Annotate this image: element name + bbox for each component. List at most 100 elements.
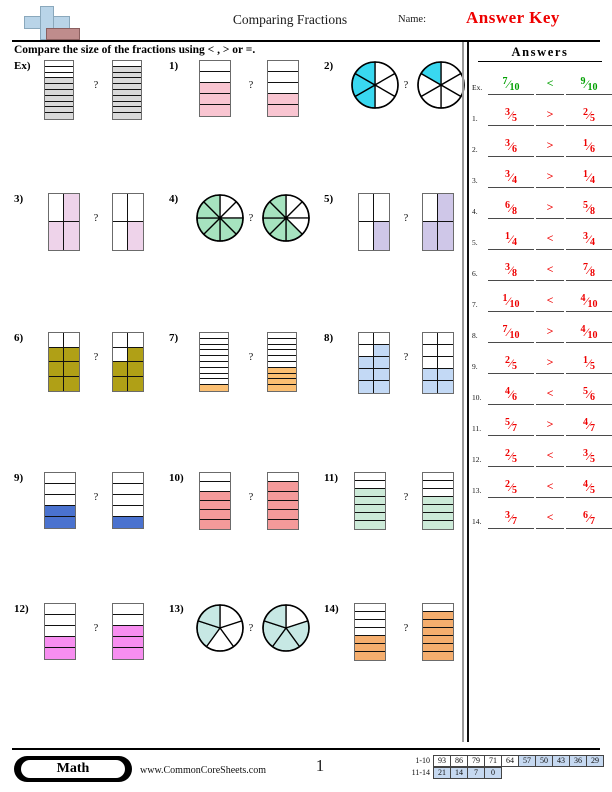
fraction-grid-cell [374,194,389,221]
fraction-grid-row [359,222,389,250]
answer-comparison-operator: < [536,467,564,498]
answer-row: 11. 5⁄7 >4⁄7 [470,405,612,436]
fraction-grid-cell [128,376,143,391]
problem-number: 8) [324,332,334,344]
comparison-placeholder[interactable]: ? [94,80,98,91]
answer-left-fraction: 1⁄4 [488,219,534,250]
answer-row: 12. 2⁄5 <3⁄5 [470,436,612,467]
problem-number: 10) [169,472,184,484]
fraction-grid [422,193,454,251]
fraction-bar-segment [355,644,385,652]
answer-key-stamp: Answer Key [466,8,560,27]
answer-right-fraction: 7⁄8 [566,250,612,281]
fraction-bar [112,60,142,120]
fraction-grid-cell [64,222,79,250]
problem-number: 13) [169,603,184,615]
score-cell: 36 [569,755,587,767]
fraction-grid-cell [49,347,64,361]
problem-item: Ex)? [0,58,154,198]
fraction-bar-segment [113,506,143,517]
fraction-grid [358,332,390,394]
answer-right-fraction: 1⁄6 [566,126,612,157]
comparison-placeholder[interactable]: ? [404,80,408,91]
fraction-bar-segment [423,636,453,644]
score-table-row: 11-14 21 14 7 0 [400,767,604,779]
fraction-bar-segment [355,628,385,636]
fraction-bar-segment [355,513,385,521]
answer-left-fraction: 3⁄8 [488,250,534,281]
comparison-placeholder[interactable]: ? [404,213,408,224]
fraction-pie [262,604,310,652]
answer-right-fraction: 1⁄4 [566,157,612,188]
answer-left-fraction: 3⁄4 [488,157,534,188]
answer-left-fraction: 5⁄7 [488,405,534,436]
fraction-grid-cell [128,333,143,347]
answer-left-fraction: 4⁄6 [488,374,534,405]
fraction-bar-segment [45,473,75,484]
fraction-grid-cell [49,194,64,221]
fraction-bar-segment [113,484,143,495]
fraction-bar [112,472,144,529]
score-cell: 21 [433,767,451,779]
answer-row: 5. 1⁄4 <3⁄4 [470,219,612,250]
answer-row: 7. 1⁄10 <4⁄10 [470,281,612,312]
problem-figures: ? [348,601,464,671]
fraction-bar-segment [113,615,143,626]
fraction-grid-row [423,194,453,222]
answer-row-number: 7. [472,300,478,309]
comparison-placeholder[interactable]: ? [249,492,253,503]
fraction-grid [358,193,390,251]
answer-row-number: 10. [472,393,482,402]
fraction-grid-row [113,376,143,391]
comparison-placeholder[interactable]: ? [94,213,98,224]
fraction-bar-segment [200,482,230,492]
fraction-grid-cell [423,222,438,250]
fraction-bar [44,60,74,120]
answer-comparison-operator: < [536,281,564,312]
fraction-grid-cell [49,333,64,347]
problem-figures: ? [193,601,310,671]
comparison-placeholder[interactable]: ? [94,492,98,503]
fraction-bar-segment [200,61,230,72]
answer-right-fraction: 6⁄7 [566,498,612,529]
comparison-placeholder[interactable]: ? [249,80,253,91]
comparison-placeholder[interactable]: ? [404,352,408,363]
fraction-bar-segment [45,484,75,495]
comparison-placeholder[interactable]: ? [404,623,408,634]
comparison-placeholder[interactable]: ? [404,492,408,503]
answer-comparison-operator: > [536,95,564,126]
fraction-bar-segment [113,113,141,119]
score-row-label: 1-10 [415,756,430,765]
problem-figures: ? [38,601,154,671]
answer-right-fraction: 3⁄5 [566,436,612,467]
problem-item: 4)? [155,191,310,331]
fraction-bar-segment [45,506,75,517]
comparison-placeholder[interactable]: ? [249,623,253,634]
fraction-grid-row [113,333,143,348]
fraction-grid-row [359,357,389,369]
fraction-bar-segment [200,94,230,105]
comparison-placeholder[interactable]: ? [94,623,98,634]
page-title: Comparing Fractions [232,12,348,27]
fraction-bar [267,332,297,392]
comparison-placeholder[interactable]: ? [249,213,253,224]
fraction-bar-segment [268,510,298,520]
fraction-bar-segment [200,72,230,83]
fraction-bar-segment [200,83,230,94]
comparison-placeholder[interactable]: ? [249,352,253,363]
comparison-placeholder[interactable]: ? [94,352,98,363]
fraction-bar-segment [45,637,75,648]
fraction-bar-segment [200,385,228,391]
answer-row: 1. 3⁄5 >2⁄5 [470,95,612,126]
fraction-bar-segment [423,628,453,636]
fraction-bar-segment [200,491,230,501]
fraction-grid-cell [438,345,453,356]
fraction-bar-segment [423,620,453,628]
fraction-grid-row [359,345,389,357]
fraction-grid-cell [49,222,64,250]
answer-right-fraction: 4⁄7 [566,405,612,436]
problem-item: 3)? [0,191,154,331]
answer-row: 14. 3⁄7 <6⁄7 [470,498,612,529]
fraction-bar-segment [200,473,230,483]
name-label: Name: [398,14,426,25]
